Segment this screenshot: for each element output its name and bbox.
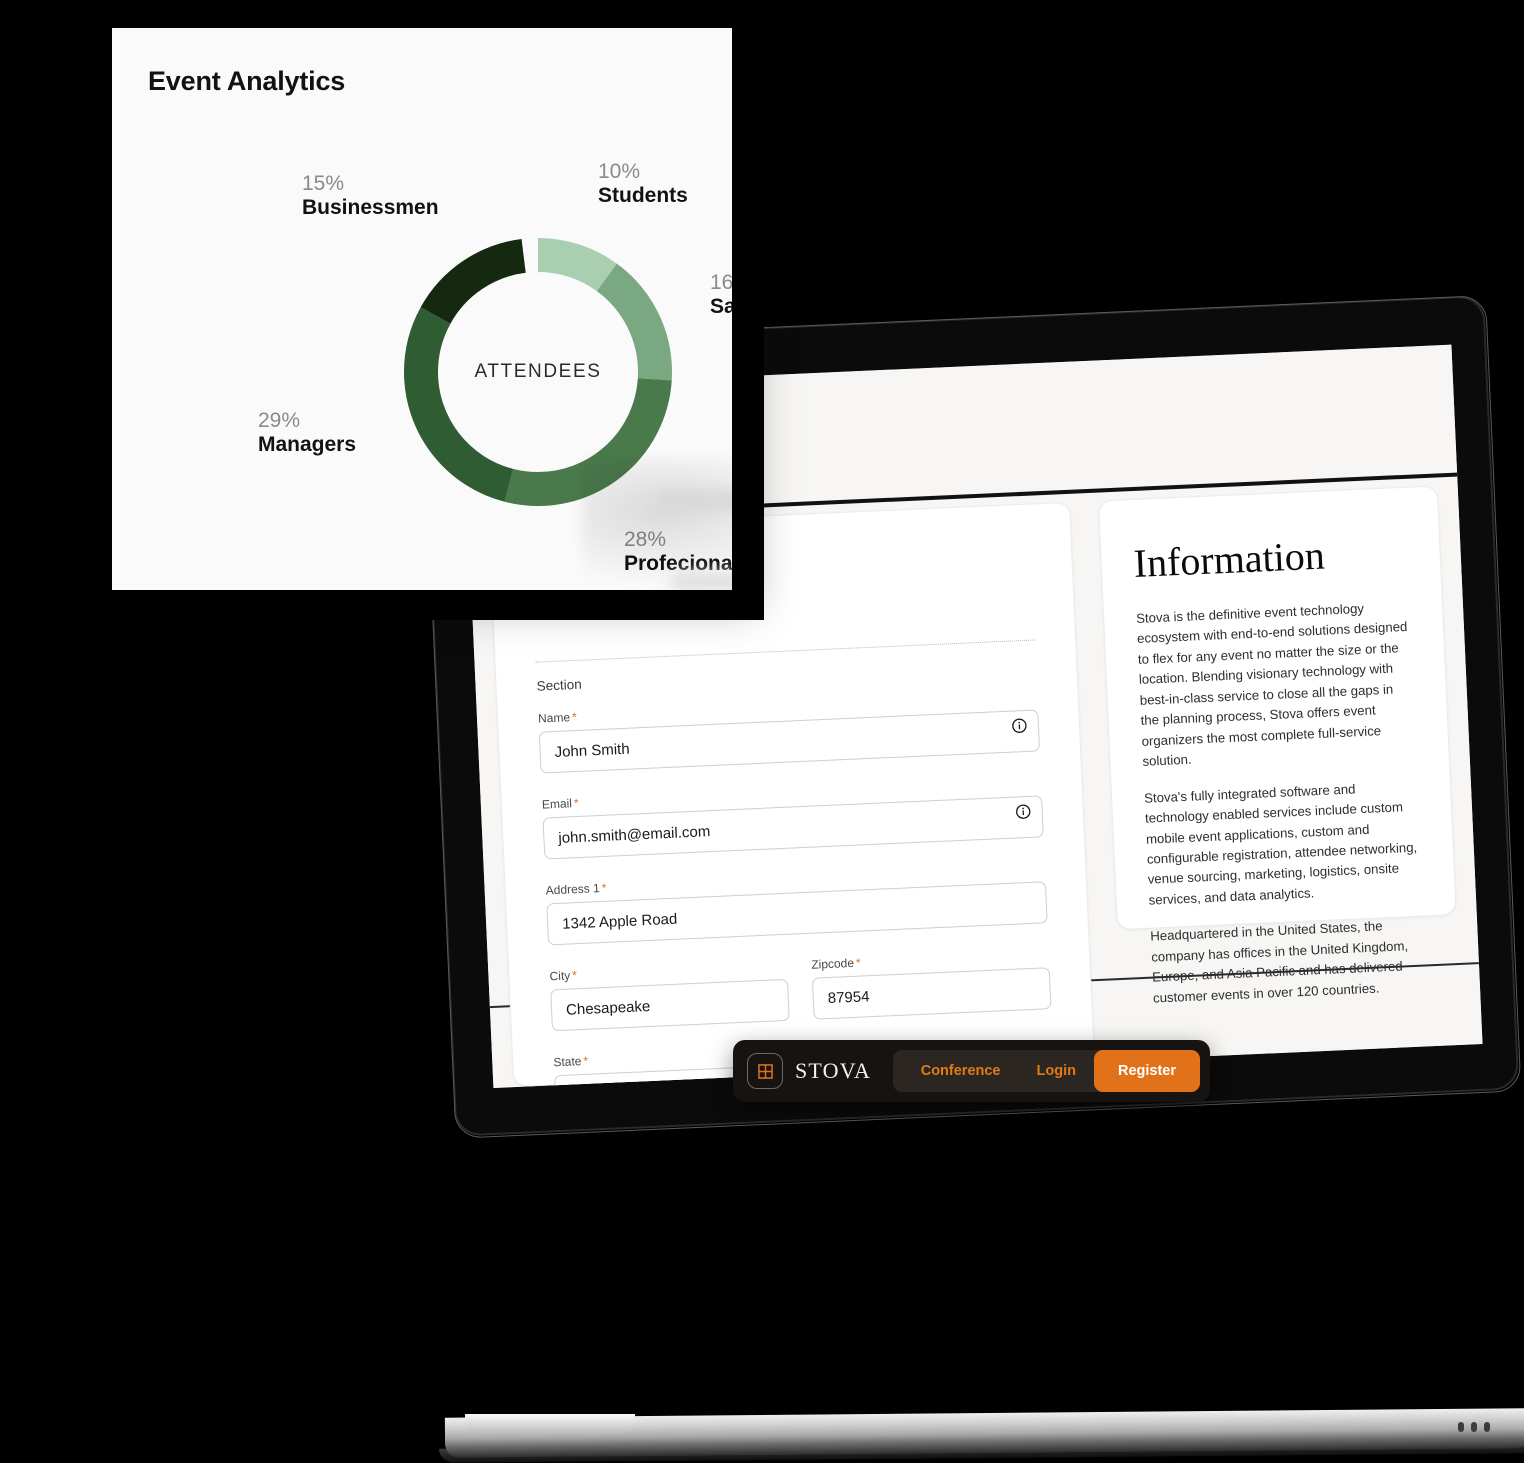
field-email: Email* john.smith@email.com — [542, 775, 1044, 860]
blur-artifact — [672, 573, 732, 590]
required-asterisk: * — [573, 795, 579, 811]
nav-link-conference[interactable]: Conference — [903, 1063, 1019, 1079]
chart-label-salesmen-pct: 16% — [710, 271, 732, 294]
chart-label-students-name: Students — [598, 183, 688, 207]
chart-label-businessmen-name: Businessmen — [302, 195, 439, 219]
zipcode-input[interactable]: 87954 — [811, 967, 1052, 1020]
register-button[interactable]: Register — [1093, 1050, 1200, 1092]
required-asterisk: * — [855, 955, 861, 970]
information-paragraph: Stova is the definitive event technology… — [1135, 600, 1408, 769]
laptop-ports — [1458, 1422, 1490, 1432]
brand-name: STOVA — [795, 1058, 872, 1083]
laptop-notch — [465, 1414, 635, 1434]
attendees-donut-chart: ATTENDEES — [370, 204, 706, 540]
analytics-title: Event Analytics — [148, 66, 346, 96]
stova-logo[interactable] — [747, 1053, 783, 1089]
field-city: City* Chesapeake — [549, 959, 790, 1032]
section-label: Section — [536, 676, 582, 694]
chart-label-managers-name: Managers — [258, 432, 357, 456]
chart-label-managers: 29% Managers — [258, 409, 356, 457]
information-card: Information Stova is the definitive even… — [1097, 485, 1457, 1005]
blur-artifact — [658, 490, 732, 512]
grid-icon — [757, 1063, 773, 1079]
chart-label-students: 10% Students — [598, 160, 688, 208]
scene: Register Section Name* John Smith Email*… — [0, 0, 1524, 1463]
field-name: Name* John Smith — [538, 689, 1040, 774]
chart-label-salesmen-name: Salesmen — [710, 294, 732, 318]
information-paragraph: Stova's fully integrated software and te… — [1143, 781, 1418, 908]
required-asterisk: * — [571, 968, 578, 983]
nav-links-group: Conference Login Register — [893, 1050, 1200, 1092]
chart-label-businessmen: 15% Businessmen — [302, 172, 439, 220]
chart-label-salesmen: 16% Salesmen — [710, 271, 732, 319]
chart-label-students-pct: 10% — [598, 160, 641, 183]
event-analytics-card: Event Analytics ATTENDEES 10% Students 1… — [112, 28, 732, 590]
donut-svg — [404, 238, 672, 506]
chart-label-profecionals: 28% Profecionals — [624, 528, 732, 576]
nav-link-login[interactable]: Login — [1019, 1063, 1094, 1079]
info-icon[interactable] — [1015, 804, 1031, 820]
required-asterisk: * — [583, 1053, 589, 1068]
chart-label-managers-pct: 29% — [258, 409, 301, 432]
required-asterisk: * — [601, 880, 607, 896]
required-asterisk: * — [571, 709, 578, 725]
info-icon[interactable] — [1011, 718, 1027, 734]
field-address1: Address 1* 1342 Apple Road — [545, 861, 1048, 946]
city-input[interactable]: Chesapeake — [550, 978, 790, 1032]
information-paragraph: Headquartered in the United States, the … — [1149, 918, 1409, 1006]
information-title: Information — [1132, 532, 1326, 586]
chart-label-profecionals-pct: 28% — [624, 528, 667, 551]
chart-label-businessmen-pct: 15% — [302, 172, 345, 195]
stova-navbar: STOVA Conference Login Register — [733, 1040, 1210, 1102]
field-zipcode: Zipcode* 87954 — [811, 947, 1052, 1020]
